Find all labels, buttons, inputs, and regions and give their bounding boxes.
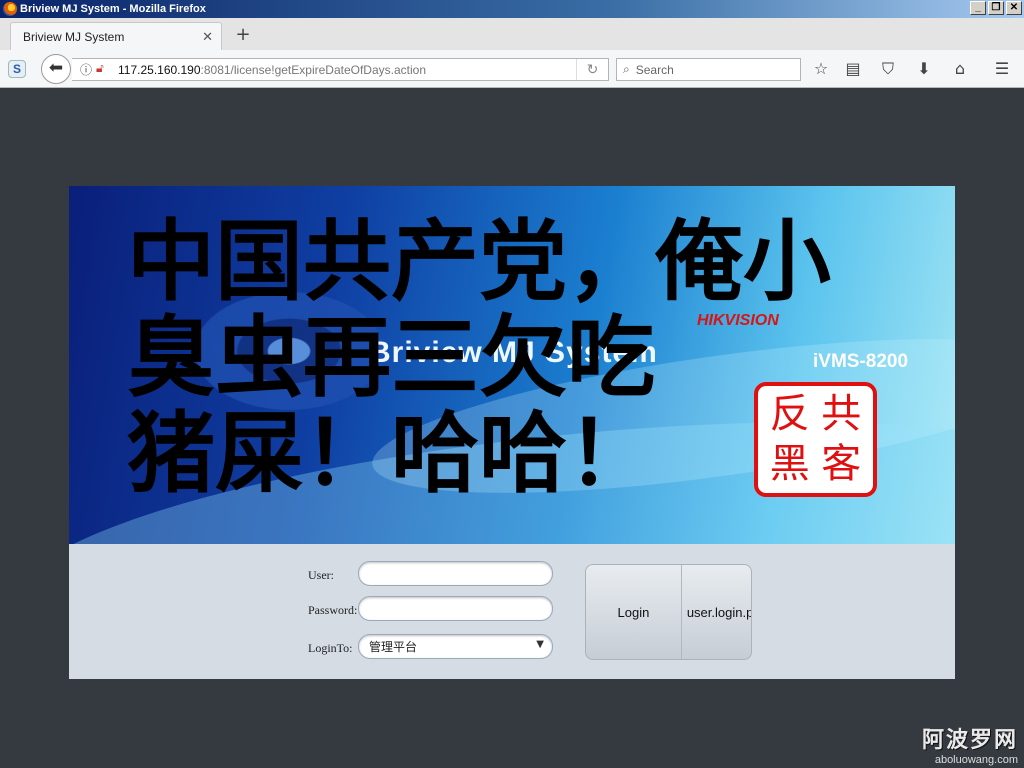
red-seal-stamp: 反 共 黑 客	[754, 382, 877, 497]
reading-list-icon[interactable]: ▤	[843, 59, 863, 79]
tab-briview[interactable]: Briview MJ System ✕	[10, 22, 222, 50]
loginto-select[interactable]: 管理平台 ▼	[358, 634, 553, 659]
login-button[interactable]: Login	[586, 565, 682, 659]
login-button-group: Login user.login.p	[585, 564, 752, 660]
s-extension-icon[interactable]: S	[8, 60, 26, 78]
close-window-button[interactable]: ✕	[1006, 1, 1022, 15]
seal-char: 反	[769, 391, 810, 437]
window-title: Briview MJ System - Mozilla Firefox	[20, 3, 206, 15]
window-titlebar: Briview MJ System - Mozilla Firefox _ ❐ …	[0, 0, 1024, 18]
home-icon[interactable]: ⌂	[950, 59, 970, 79]
password-input[interactable]	[358, 596, 553, 621]
insecure-lock-icon[interactable]: 🔓︎	[96, 61, 104, 78]
search-input[interactable]: ⌕ Search	[616, 58, 801, 81]
reload-icon[interactable]: ↻	[576, 59, 608, 80]
url-bar[interactable]: ⓘ 🔓︎ 117.25.160.190 :8081/license!getExp…	[72, 58, 609, 81]
watermark-sub: aboluowang.com	[934, 754, 1018, 766]
login-panel: Briview MJ System HIKVISION iVMS-8200 中国…	[69, 186, 955, 679]
loginto-selected-value: 管理平台	[369, 640, 418, 654]
back-arrow-icon[interactable]: ⬅	[41, 54, 71, 84]
download-icon[interactable]: ⬇	[914, 59, 934, 79]
url-host: 117.25.160.190	[118, 62, 201, 77]
pocket-icon[interactable]: ⛉	[878, 59, 898, 79]
search-placeholder: Search	[635, 62, 674, 77]
login-form: User: Password: LoginTo: 管理平台 ▼ Login us…	[69, 544, 955, 679]
defacement-line-1: 中国共产党，俺小	[127, 210, 832, 313]
password-label: Password:	[308, 603, 358, 617]
tab-label: Briview MJ System	[23, 29, 125, 44]
navigation-toolbar: S ⬅ ⓘ 🔓︎ 117.25.160.190 :8081/license!ge…	[0, 50, 1024, 88]
menu-icon[interactable]: ☰	[992, 59, 1012, 79]
seal-char: 共	[821, 391, 862, 437]
url-path: :8081/license!getExpireDateOfDays.action	[200, 62, 426, 77]
new-tab-icon[interactable]: +	[234, 24, 252, 45]
user-label: User:	[308, 568, 334, 582]
minimize-button[interactable]: _	[970, 1, 986, 15]
banner-image: Briview MJ System HIKVISION iVMS-8200 中国…	[69, 186, 955, 544]
seal-char: 客	[821, 440, 862, 487]
window-controls: _ ❐ ✕	[970, 1, 1022, 15]
tab-close-icon[interactable]: ✕	[202, 29, 213, 45]
seal-char: 黑	[769, 440, 810, 487]
chevron-down-icon: ▼	[536, 639, 544, 650]
site-watermark: 阿波罗网 aboluowang.com	[922, 722, 1018, 766]
bookmark-star-icon[interactable]: ☆	[811, 59, 831, 79]
search-icon: ⌕	[623, 62, 630, 76]
firefox-icon	[3, 2, 17, 16]
user-login-button[interactable]: user.login.p	[682, 565, 751, 659]
loginto-label: LoginTo:	[308, 641, 353, 655]
info-icon[interactable]: ⓘ	[80, 61, 92, 78]
user-input[interactable]	[358, 561, 553, 586]
restore-button[interactable]: ❐	[988, 1, 1004, 15]
tab-strip: Briview MJ System ✕ +	[0, 18, 1024, 50]
watermark-main: 阿波罗网	[921, 728, 1018, 753]
